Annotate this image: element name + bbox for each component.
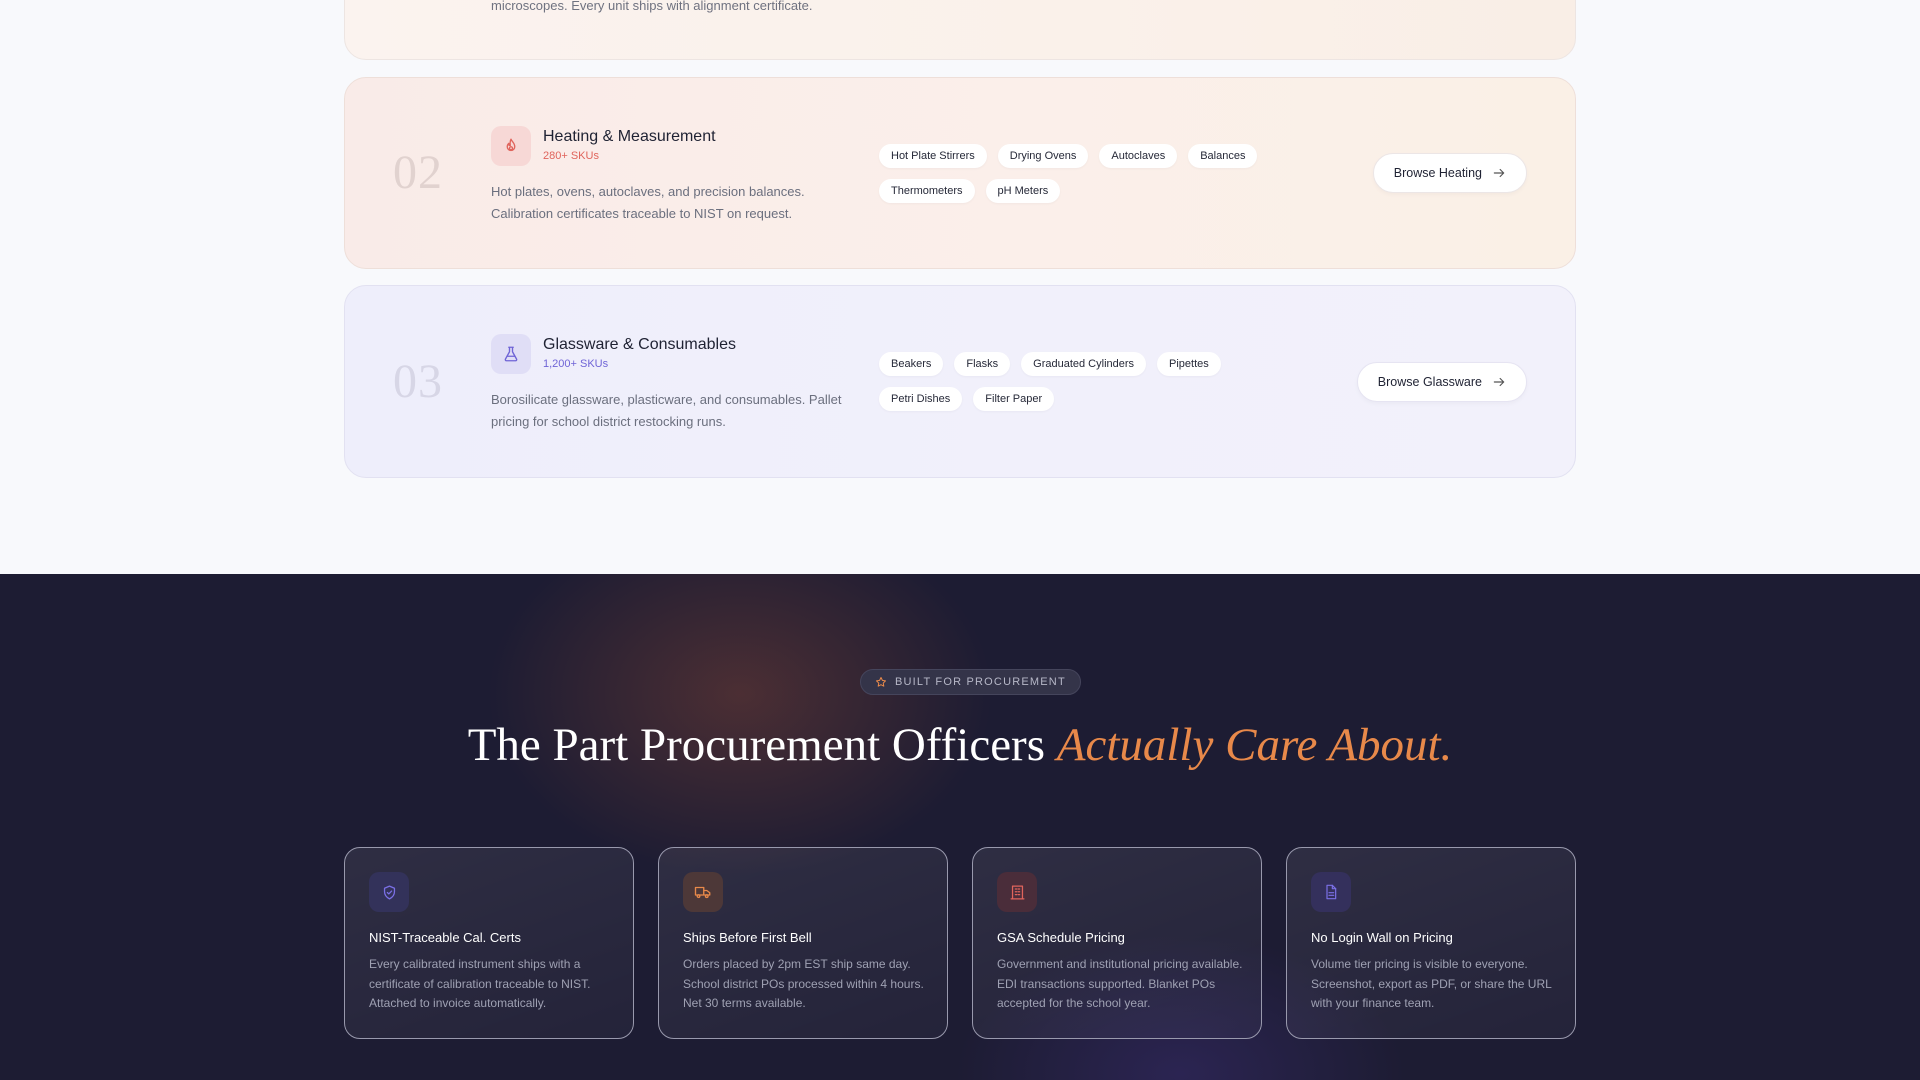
- category-description: Borosilicate glassware, plasticware, and…: [491, 392, 842, 429]
- feature-description: Government and institutional pricing ava…: [997, 957, 1243, 1010]
- feature-card-pricing: No Login Wall on Pricing Volume tier pri…: [1286, 847, 1576, 1039]
- category-card-02: 02 Heating & Measurement 280+ SKUs Hot p…: [344, 77, 1576, 269]
- section-badge: BUILT FOR PROCUREMENT: [860, 669, 1081, 695]
- feature-card-shipping: Ships Before First Bell Orders placed by…: [658, 847, 948, 1039]
- truck-icon: [683, 872, 723, 912]
- feature-description: Every calibrated instrument ships with a…: [369, 957, 591, 1010]
- feature-card-nist: NIST-Traceable Cal. Certs Every calibrat…: [344, 847, 634, 1039]
- category-description: Hot plates, ovens, autoclaves, and preci…: [491, 184, 805, 221]
- category-title: Glassware & Consumables: [543, 336, 736, 353]
- flask-icon: [491, 334, 531, 374]
- feature-title: GSA Schedule Pricing: [997, 930, 1125, 945]
- tag-beakers[interactable]: Beakers: [879, 352, 944, 376]
- category-title: Heating & Measurement: [543, 128, 716, 145]
- star-icon: [876, 677, 886, 687]
- tag-list: Beakers Flasks Graduated Cylinders Pipet…: [879, 352, 1279, 411]
- tag-graduated-cylinders[interactable]: Graduated Cylinders: [1021, 352, 1147, 376]
- sku-count: 1,200+ SKUs: [543, 358, 609, 370]
- browse-heating-button[interactable]: Browse Heating: [1372, 153, 1527, 193]
- browse-glassware-button[interactable]: Browse Glassware: [1356, 362, 1527, 402]
- procurement-section: BUILT FOR PROCUREMENT The Part Procureme…: [0, 574, 1920, 1080]
- category-section: microscopes. Every unit ships with align…: [0, 0, 1920, 574]
- feature-description: Volume tier pricing is visible to everyo…: [1311, 957, 1552, 1010]
- browse-button-label: Browse Glassware: [1377, 375, 1482, 389]
- tag-drying-ovens[interactable]: Drying Ovens: [997, 144, 1089, 168]
- category-number: 02: [393, 146, 443, 199]
- category-card-03: 03 Glassware & Consumables 1,200+ SKUs B…: [344, 285, 1576, 478]
- headline-plain: The Part Procurement Officers: [467, 719, 1057, 771]
- tag-list: Hot Plate Stirrers Drying Ovens Autoclav…: [879, 144, 1279, 203]
- badge-label: BUILT FOR PROCUREMENT: [895, 676, 1066, 688]
- building-icon: [997, 872, 1037, 912]
- feature-title: No Login Wall on Pricing: [1311, 930, 1453, 945]
- feature-description: Orders placed by 2pm EST ship same day. …: [683, 957, 924, 1010]
- flame-icon: [491, 126, 531, 166]
- feature-card-gsa: GSA Schedule Pricing Government and inst…: [972, 847, 1262, 1039]
- browse-button-label: Browse Heating: [1393, 166, 1482, 180]
- tag-ph-meters[interactable]: pH Meters: [985, 179, 1061, 203]
- feature-title: Ships Before First Bell: [683, 930, 812, 945]
- sku-count: 280+ SKUs: [543, 150, 599, 162]
- tag-balances[interactable]: Balances: [1188, 144, 1258, 168]
- category-card-01: microscopes. Every unit ships with align…: [344, 0, 1576, 60]
- section-headline: The Part Procurement Officers Actually C…: [0, 718, 1920, 772]
- arrow-right-icon: [1493, 168, 1505, 178]
- tag-petri-dishes[interactable]: Petri Dishes: [879, 387, 963, 411]
- tag-pipettes[interactable]: Pipettes: [1157, 352, 1221, 376]
- tag-filter-paper[interactable]: Filter Paper: [973, 387, 1055, 411]
- headline-accent: Actually Care About.: [1056, 719, 1453, 771]
- arrow-right-icon: [1493, 377, 1505, 387]
- tag-autoclaves[interactable]: Autoclaves: [1099, 144, 1178, 168]
- document-icon: [1311, 872, 1351, 912]
- tag-thermometers[interactable]: Thermometers: [879, 179, 975, 203]
- category-number: 03: [393, 355, 443, 408]
- tag-hot-plate-stirrers[interactable]: Hot Plate Stirrers: [879, 144, 987, 168]
- feature-title: NIST-Traceable Cal. Certs: [369, 930, 521, 945]
- shield-check-icon: [369, 872, 409, 912]
- category-description: microscopes. Every unit ships with align…: [491, 0, 813, 13]
- tag-flasks[interactable]: Flasks: [954, 352, 1011, 376]
